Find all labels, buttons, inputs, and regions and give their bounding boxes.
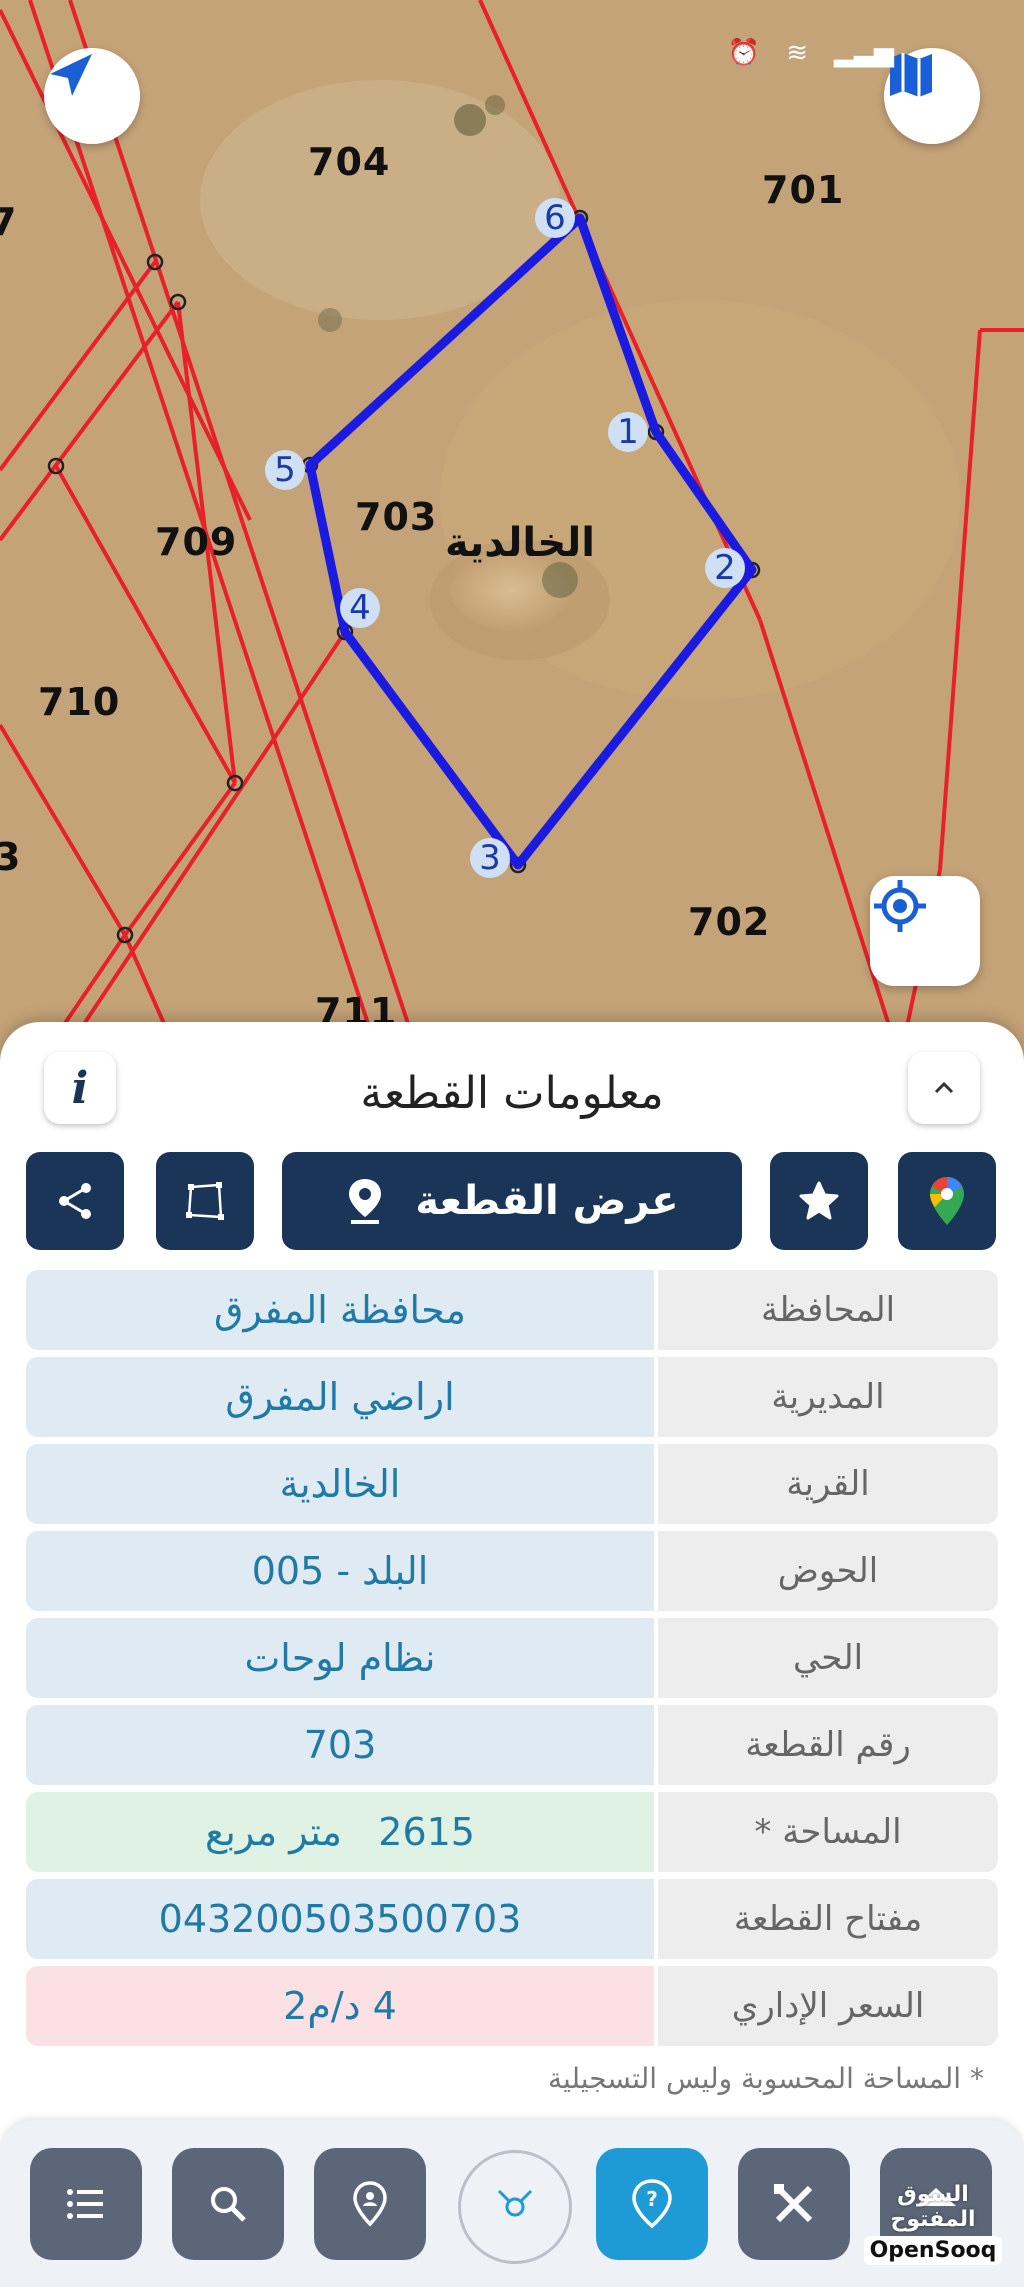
map-view[interactable]: 704 701 709 703 710 702 711 3 7 الخالدية… xyxy=(0,0,1024,1060)
watermark-arabic: السوق المفتوح xyxy=(890,2182,976,2232)
opensooq-watermark: السوق المفتوح OpenSooq xyxy=(858,2182,1008,2265)
area-footnote: * المساحة المحسوبة وليس التسجيلية xyxy=(548,2062,984,2095)
nav-search-button[interactable] xyxy=(172,2148,284,2260)
table-row-area: 2615 متر مربع المساحة * xyxy=(26,1792,998,1872)
compass-arrow-icon xyxy=(50,54,92,96)
directorate-label: المديرية xyxy=(658,1357,998,1437)
network-icon xyxy=(497,2189,533,2217)
neighborhood-label: الحي xyxy=(658,1618,998,1698)
table-row-directorate: اراضي المفرق المديرية xyxy=(26,1357,998,1437)
nav-tools-button[interactable] xyxy=(738,2148,850,2260)
admin-price-label: السعر الإداري xyxy=(658,1966,998,2046)
village-value: الخالدية xyxy=(26,1444,654,1524)
signal-icon: ▂▃▅ xyxy=(834,38,894,68)
parcel-label-709: 709 xyxy=(155,520,238,564)
nav-list-button[interactable] xyxy=(30,2148,142,2260)
parcel-label-703: 703 xyxy=(355,495,438,539)
basin-label: الحوض xyxy=(658,1531,998,1611)
parcel-label-edge-3: 3 xyxy=(0,835,22,879)
compass-button[interactable] xyxy=(44,48,140,144)
parcel-label-702: 702 xyxy=(688,900,771,944)
governorate-label: المحافظة xyxy=(658,1270,998,1350)
parcel-key-label: مفتاح القطعة xyxy=(658,1879,998,1959)
corner-marker-2: 2 xyxy=(705,548,745,588)
chevron-up-icon xyxy=(934,1081,954,1094)
corner-marker-1: 1 xyxy=(608,412,648,452)
area-label: المساحة * xyxy=(658,1792,998,1872)
alarm-icon: ⏰ xyxy=(727,38,761,68)
location-pin-icon xyxy=(349,1179,382,1224)
nav-help-button[interactable]: ? xyxy=(596,2148,708,2260)
area-value: 2615 متر مربع xyxy=(26,1792,654,1872)
directorate-value: اراضي المفرق xyxy=(26,1357,654,1437)
crosshair-icon xyxy=(874,880,926,932)
basin-value: البلد - 005 xyxy=(26,1531,654,1611)
share-button[interactable] xyxy=(26,1152,124,1250)
corner-marker-5: 5 xyxy=(265,450,305,490)
google-maps-button[interactable] xyxy=(898,1152,996,1250)
neighborhood-value: نظام لوحات xyxy=(26,1618,654,1698)
favorite-button[interactable] xyxy=(770,1152,868,1250)
parcel-label-704: 704 xyxy=(308,140,391,184)
parcel-number-value: 703 xyxy=(26,1705,654,1785)
parcel-number-label: رقم القطعة xyxy=(658,1705,998,1785)
sheet-title: معلومات القطعة xyxy=(360,1068,664,1119)
show-parcel-button[interactable]: عرض القطعة xyxy=(282,1152,742,1250)
village-map-label: الخالدية xyxy=(445,520,595,566)
nav-location-search-button[interactable] xyxy=(314,2148,426,2260)
corner-marker-6: 6 xyxy=(535,198,575,238)
share-icon xyxy=(59,1183,91,1219)
parcel-label-701: 701 xyxy=(762,168,845,212)
village-label: القرية xyxy=(658,1444,998,1524)
parcel-label-710: 710 xyxy=(38,680,121,724)
table-row-admin-price: 4 د/م2 السعر الإداري xyxy=(26,1966,998,2046)
parcel-info-sheet: i معلومات القطعة عرض القطعة محافظة المفر… xyxy=(0,1022,1024,2287)
status-bar: ⏰ ≋ ▂▃▅ xyxy=(728,38,894,68)
table-row-basin: البلد - 005 الحوض xyxy=(26,1531,998,1611)
tools-icon xyxy=(774,2184,813,2223)
list-icon xyxy=(67,2189,103,2219)
star-icon xyxy=(799,1181,839,1220)
my-location-button[interactable] xyxy=(870,876,980,986)
table-row-governorate: محافظة المفرق المحافظة xyxy=(26,1270,998,1350)
table-row-parcel-number: 703 رقم القطعة xyxy=(26,1705,998,1785)
google-maps-icon xyxy=(930,1177,964,1225)
parcel-key-value[interactable]: 043200503500703 xyxy=(26,1879,654,1959)
collapse-button[interactable] xyxy=(908,1052,980,1124)
corner-marker-4: 4 xyxy=(340,588,380,628)
governorate-value: محافظة المفرق xyxy=(26,1270,654,1350)
map-layers-button[interactable] xyxy=(884,48,980,144)
wifi-icon: ≋ xyxy=(786,38,808,68)
draw-boundary-button[interactable] xyxy=(156,1152,254,1250)
admin-price-value: 4 د/م2 xyxy=(26,1966,654,2046)
svg-text:?: ? xyxy=(646,2187,658,2211)
parcel-details-table: محافظة المفرق المحافظة اراضي المفرق المد… xyxy=(26,1270,998,2053)
table-row-parcel-key: 043200503500703 مفتاح القطعة xyxy=(26,1879,998,1959)
help-location-icon: ? xyxy=(632,2179,672,2229)
watermark-english: OpenSooq xyxy=(863,2236,1003,2265)
search-icon xyxy=(211,2187,246,2222)
show-parcel-label: عرض القطعة xyxy=(415,1178,679,1224)
table-row-neighborhood: نظام لوحات الحي xyxy=(26,1618,998,1698)
corner-marker-3: 3 xyxy=(470,838,510,878)
polygon-icon xyxy=(186,1182,224,1220)
pin-person-icon xyxy=(353,2181,387,2227)
table-row-village: الخالدية القرية xyxy=(26,1444,998,1524)
nav-center-button[interactable] xyxy=(458,2150,572,2264)
parcel-label-edge-7: 7 xyxy=(0,200,18,244)
